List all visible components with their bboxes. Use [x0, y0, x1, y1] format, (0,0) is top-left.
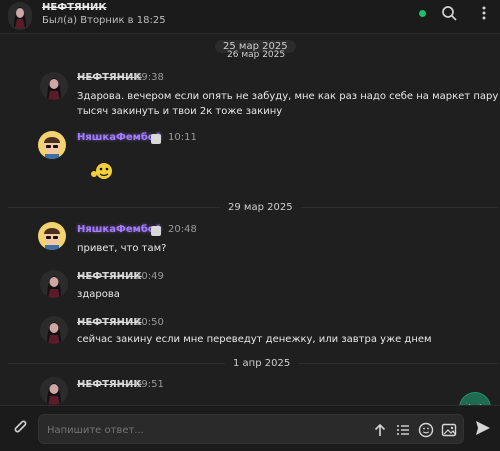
emoji-icon[interactable] — [418, 422, 434, 438]
message-input-container — [38, 414, 464, 444]
send-icon[interactable] — [474, 419, 492, 437]
avatar[interactable] — [40, 316, 68, 344]
message-time: 20:49 — [135, 271, 164, 282]
message-text-line: здарова — [77, 289, 120, 300]
message-author[interactable]: НяшкаФембой — [77, 132, 162, 143]
date-separator-label: 29 мар 2025 — [220, 201, 301, 214]
message-time: 09:51 — [135, 379, 164, 390]
message-time: 10:11 — [168, 132, 197, 143]
avatar[interactable] — [40, 72, 68, 100]
message-text-line: тысяч закинуть и твои 2к тоже закину — [77, 106, 283, 117]
message-text-line: Здарова. вечером если опять не забуду, м… — [77, 91, 499, 102]
avatar[interactable] — [40, 377, 68, 405]
date-separator-label: 26 мар 2025 — [227, 50, 286, 60]
contact-name[interactable]: НЕФТЯНИК — [42, 2, 107, 13]
message-author[interactable]: НяшкаФембой — [77, 224, 162, 235]
cat-icon — [151, 226, 161, 236]
avatar[interactable] — [38, 131, 66, 159]
cat-icon — [151, 134, 161, 144]
contact-avatar[interactable] — [8, 2, 32, 30]
more-icon[interactable] — [476, 5, 492, 21]
message-time: 09:38 — [135, 72, 164, 83]
list-icon[interactable] — [395, 422, 411, 438]
message-author[interactable]: НЕФТЯНИК — [77, 271, 142, 282]
attach-icon[interactable] — [10, 416, 30, 436]
search-icon[interactable] — [441, 5, 457, 21]
avatar[interactable] — [40, 270, 68, 298]
message-author[interactable]: НЕФТЯНИК — [77, 317, 142, 328]
date-separator-label: 1 апр 2025 — [225, 357, 299, 370]
contact-status: Был(а) Вторник в 18:25 — [42, 15, 166, 26]
chat-header: НЕФТЯНИК Был(а) Вторник в 18:25 — [0, 0, 500, 34]
message-input[interactable] — [47, 421, 347, 439]
chat-area[interactable]: 25 мар 2025 26 мар 2025 НЕФТЯНИК 09:38 З… — [0, 34, 500, 405]
composer — [0, 405, 500, 451]
message-author[interactable]: НЕФТЯНИК — [77, 379, 142, 390]
message-author[interactable]: НЕФТЯНИК — [77, 72, 142, 83]
message-time: 20:48 — [168, 224, 197, 235]
message-text-line: сейчас закину если мне переведут денежку… — [77, 334, 432, 345]
image-icon[interactable] — [441, 422, 457, 438]
avatar[interactable] — [38, 222, 66, 250]
arrow-up-icon[interactable] — [372, 422, 388, 438]
message-time: 20:50 — [135, 317, 164, 328]
message-text-line: привет, что там? — [77, 243, 167, 254]
scroll-to-bottom-button[interactable] — [460, 393, 490, 405]
online-indicator — [419, 10, 426, 17]
emoji-sticker — [88, 160, 116, 182]
